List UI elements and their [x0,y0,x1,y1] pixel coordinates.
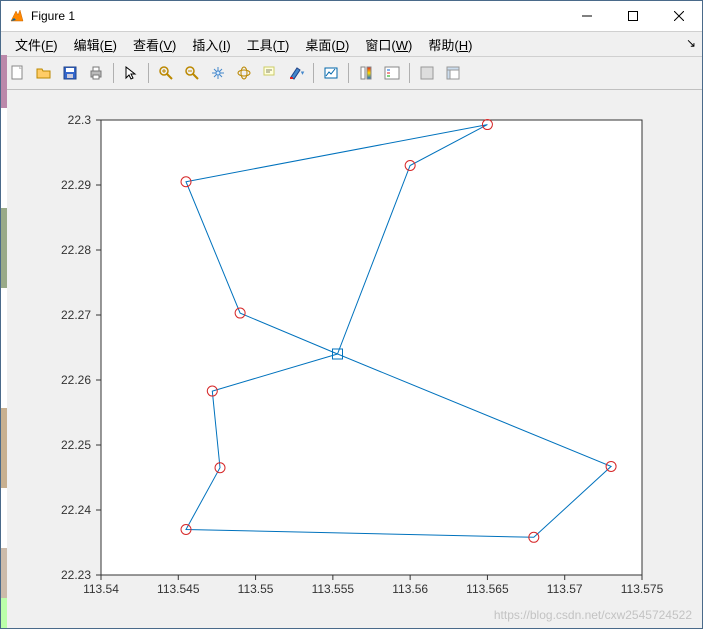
menu-tools[interactable]: 工具(T) [239,32,298,57]
menu-view[interactable]: 查看(V) [125,32,184,57]
zoom-in-button[interactable] [153,61,179,85]
pointer-button[interactable] [118,61,144,85]
maximize-button[interactable] [610,1,656,31]
svg-text:22.28: 22.28 [61,243,91,257]
watermark-text: https://blog.csdn.net/cxw2545724522 [494,608,692,622]
svg-text:22.23: 22.23 [61,568,91,582]
toolbar-separator [409,63,410,83]
menu-edit[interactable]: 编辑(E) [66,32,125,57]
svg-text:113.56: 113.56 [392,582,428,596]
svg-text:22.25: 22.25 [61,438,91,452]
rotate-3d-button[interactable] [231,61,257,85]
toolbar: ▾ [1,57,702,90]
menu-help[interactable]: 帮助(H) [420,32,480,57]
open-button[interactable] [31,61,57,85]
title-bar[interactable]: Figure 1 [1,1,702,32]
toolbar-separator [313,63,314,83]
svg-text:22.24: 22.24 [61,503,91,517]
figure-window: Figure 1 文件(F) 编辑(E) 查看(V) 插入(I) 工具(T) 桌… [0,0,703,629]
link-plot-button[interactable] [318,61,344,85]
save-button[interactable] [57,61,83,85]
svg-text:113.565: 113.565 [466,582,509,596]
svg-text:22.27: 22.27 [61,308,91,322]
svg-text:113.54: 113.54 [83,582,119,596]
brush-button[interactable]: ▾ [283,61,309,85]
dock-arrow-icon[interactable]: ↘ [686,36,696,50]
show-plot-tools-button[interactable] [440,61,466,85]
new-figure-button[interactable] [5,61,31,85]
left-decorative-strip [1,55,7,628]
insert-colorbar-button[interactable] [353,61,379,85]
svg-text:113.57: 113.57 [547,582,583,596]
toolbar-separator [348,63,349,83]
svg-text:113.555: 113.555 [312,582,355,596]
insert-legend-button[interactable] [379,61,405,85]
print-button[interactable] [83,61,109,85]
svg-text:22.26: 22.26 [61,373,91,387]
toolbar-separator [148,63,149,83]
menu-window[interactable]: 窗口(W) [357,32,420,57]
axes[interactable]: 113.54 113.545 113.55 113.555 113.56 113.565 1… [1,90,702,635]
window-title: Figure 1 [31,9,564,23]
minimize-button[interactable] [564,1,610,31]
svg-text:113.55: 113.55 [238,582,274,596]
hide-plot-tools-button[interactable] [414,61,440,85]
toolbar-separator [113,63,114,83]
matlab-icon [9,8,25,24]
close-button[interactable] [656,1,702,31]
svg-text:113.545: 113.545 [157,582,200,596]
svg-text:113.575: 113.575 [621,582,664,596]
menu-bar: 文件(F) 编辑(E) 查看(V) 插入(I) 工具(T) 桌面(D) 窗口(W… [1,32,702,57]
plot-canvas[interactable]: 113.54 113.545 113.55 113.555 113.56 113.565 1… [1,90,702,628]
svg-text:22.29: 22.29 [61,178,91,192]
menu-desktop[interactable]: 桌面(D) [297,32,357,57]
pan-button[interactable] [205,61,231,85]
menu-file[interactable]: 文件(F) [7,32,66,57]
data-cursor-button[interactable] [257,61,283,85]
zoom-out-button[interactable] [179,61,205,85]
svg-text:22.3: 22.3 [68,113,92,127]
menu-insert[interactable]: 插入(I) [184,32,238,57]
